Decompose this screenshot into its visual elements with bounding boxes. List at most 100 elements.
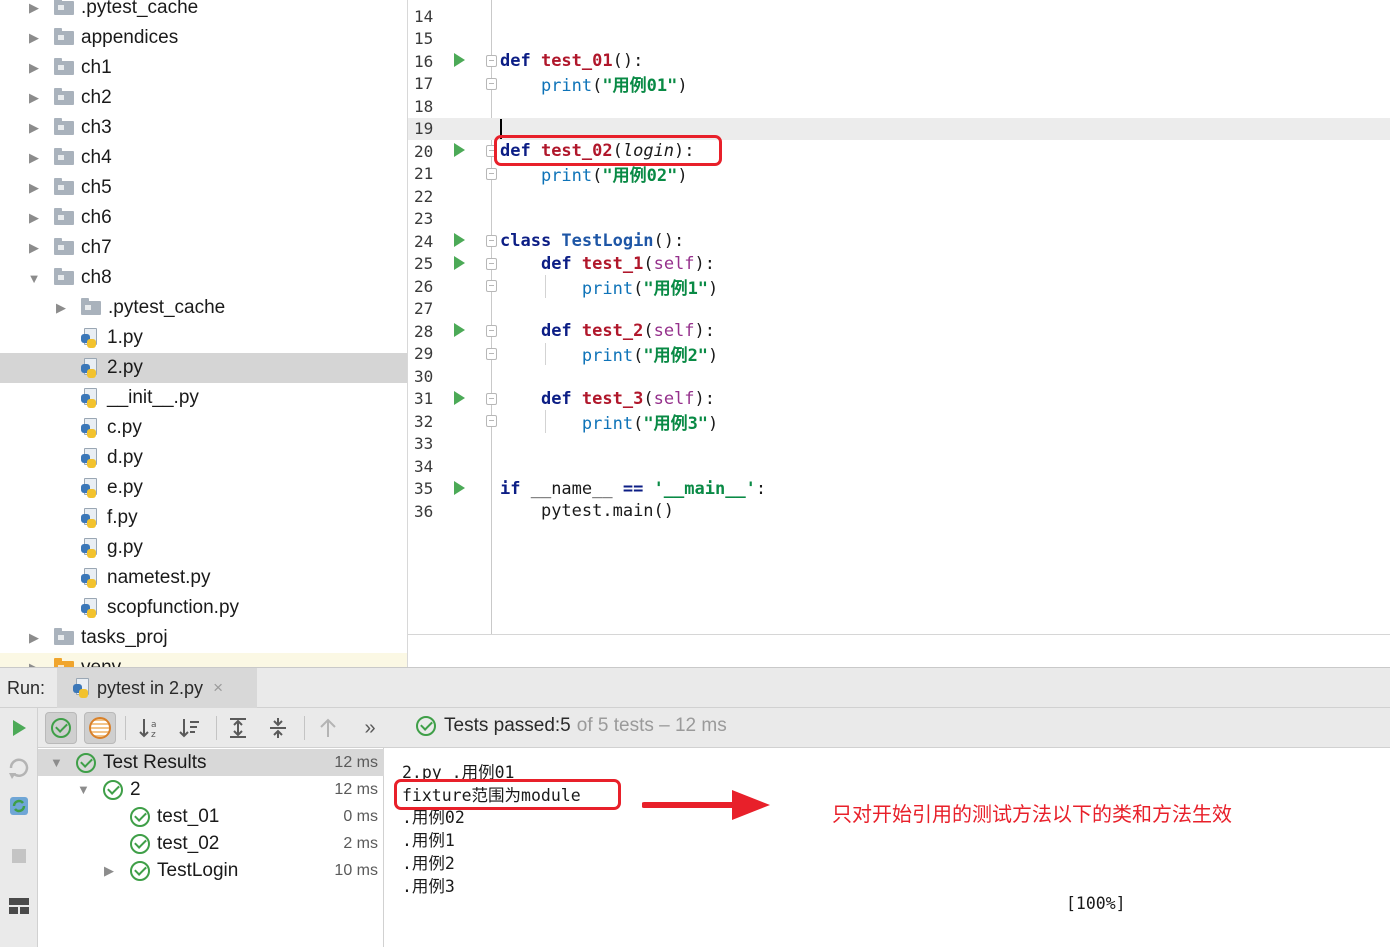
chevron-right-icon[interactable]: ▶ [27, 150, 41, 166]
code-line[interactable]: 29 print("用例2") [408, 342, 1390, 366]
stop-icon[interactable] [7, 844, 31, 868]
code-line[interactable]: 15 [408, 28, 1390, 51]
fold-marker-icon[interactable] [486, 235, 497, 247]
fold-marker-icon[interactable] [486, 392, 497, 405]
code-line[interactable]: 27 [408, 298, 1390, 321]
close-icon[interactable]: × [213, 678, 223, 698]
tree-folder-item[interactable]: ▶ .pytest_cache [0, 0, 407, 23]
tree-folder-item[interactable]: ▼ ch8 [0, 263, 407, 293]
collapse-all-button[interactable] [262, 712, 294, 744]
fold-marker-icon[interactable] [486, 55, 497, 67]
code-line[interactable]: 14 [408, 5, 1390, 28]
tree-folder-item[interactable]: ▶ .pytest_cache [0, 293, 407, 323]
fold-marker-icon[interactable] [486, 415, 497, 427]
tree-folder-item[interactable]: ▶ appendices [0, 23, 407, 53]
code-line[interactable]: 31 def test_3(self): [408, 388, 1390, 411]
chevron-right-icon[interactable]: ▶ [27, 630, 41, 646]
chevron-right-icon[interactable]: ▶ [27, 0, 41, 16]
tree-file-item[interactable]: 1.py [0, 323, 407, 353]
tree-folder-item[interactable]: ▶ ch7 [0, 233, 407, 263]
code-line[interactable]: 23 [408, 208, 1390, 231]
chevron-right-icon[interactable]: ▶ [27, 660, 41, 667]
show-ignored-button[interactable] [84, 712, 116, 744]
code-line[interactable]: 17 print("用例01") [408, 73, 1390, 96]
layout-icon[interactable] [7, 894, 31, 918]
tree-file-item[interactable]: nametest.py [0, 563, 407, 593]
code-line[interactable]: 24 class TestLogin(): [408, 230, 1390, 253]
test-result-row[interactable]: ▼ 2 12 ms [38, 776, 384, 803]
sort-by-duration-button[interactable] [174, 712, 206, 744]
tree-file-item[interactable]: e.py [0, 473, 407, 503]
fold-marker-icon[interactable] [486, 325, 497, 337]
tree-folder-item[interactable]: ▶ venv [0, 653, 407, 667]
chevron-right-icon[interactable]: ▶ [27, 60, 41, 76]
run-gutter-icon[interactable] [454, 390, 465, 405]
console-output[interactable]: 2.py .用例01 fixture范围为module .用例02 .用例1 .用例2.… [384, 748, 1390, 947]
code-line[interactable]: 30 [408, 365, 1390, 388]
fold-marker-icon[interactable] [486, 77, 497, 90]
code-line[interactable]: 28 def test_2(self): [408, 320, 1390, 343]
chevron-right-icon[interactable]: ▶ [27, 240, 41, 256]
code-line[interactable]: 36 pytest.main() [408, 500, 1390, 523]
chevron-right-icon[interactable]: ▶ [27, 180, 41, 196]
test-result-row[interactable]: test_02 2 ms [38, 830, 384, 857]
run-gutter-icon[interactable] [454, 323, 465, 337]
tree-folder-item[interactable]: ▶ ch5 [0, 173, 407, 203]
code-line[interactable]: 32 print("用例3") [408, 410, 1390, 434]
tree-folder-item[interactable]: ▶ ch1 [0, 53, 407, 83]
run-gutter-icon[interactable] [454, 53, 465, 67]
run-gutter-icon[interactable] [454, 480, 465, 495]
line-number: 30 [414, 366, 434, 386]
fold-marker-icon[interactable] [486, 347, 497, 360]
chevron-right-icon[interactable]: ▶ [27, 120, 41, 136]
toggle-auto-test-icon[interactable] [7, 794, 31, 818]
fold-marker-icon[interactable] [486, 280, 497, 292]
run-gutter-icon[interactable] [454, 233, 465, 247]
code-line[interactable]: 18 [408, 95, 1390, 118]
fold-marker-icon[interactable] [486, 257, 497, 270]
tree-folder-item[interactable]: ▶ ch2 [0, 83, 407, 113]
code-editor[interactable]: 14 15 16 def test_01(): 17 print("用例01") 18 19… [408, 0, 1390, 667]
tree-file-item[interactable]: c.py [0, 413, 407, 443]
chevron-right-icon[interactable]: ▶ [27, 90, 41, 106]
fold-marker-icon[interactable] [486, 167, 497, 180]
code-line[interactable]: 22 [408, 185, 1390, 208]
more-actions-button[interactable]: » [354, 712, 386, 744]
tree-folder-item[interactable]: ▶ ch6 [0, 203, 407, 233]
tree-folder-item[interactable]: ▶ tasks_proj [0, 623, 407, 653]
code-line[interactable]: 26 print("用例1") [408, 275, 1390, 299]
code-line[interactable]: 35 if __name__ == '__main__': [408, 478, 1390, 501]
code-line[interactable]: 25 def test_1(self): [408, 253, 1390, 276]
code-line[interactable]: 16 def test_01(): [408, 50, 1390, 73]
tree-folder-item[interactable]: ▶ ch3 [0, 113, 407, 143]
tree-file-item[interactable]: d.py [0, 443, 407, 473]
sort-alphabetically-button[interactable]: az [134, 712, 166, 744]
tree-file-item[interactable]: 2.py [0, 353, 407, 383]
rerun-icon[interactable] [7, 716, 31, 740]
test-result-row[interactable]: ▶ TestLogin 10 ms [38, 857, 384, 884]
chevron-right-icon[interactable]: ▶ [27, 30, 41, 46]
expand-all-button[interactable] [222, 712, 254, 744]
chevron-down-icon[interactable]: ▼ [77, 782, 90, 797]
chevron-right-icon[interactable]: ▶ [27, 210, 41, 226]
code-line[interactable]: 33 [408, 433, 1390, 456]
show-passed-button[interactable] [45, 712, 77, 744]
tree-file-item[interactable]: f.py [0, 503, 407, 533]
tree-file-item[interactable]: __init__.py [0, 383, 407, 413]
run-tab-pytest[interactable]: pytest in 2.py × [57, 668, 257, 708]
tree-file-item[interactable]: g.py [0, 533, 407, 563]
tree-file-item[interactable]: scopfunction.py [0, 593, 407, 623]
test-result-row[interactable]: ▼ Test Results 12 ms [38, 749, 384, 776]
rerun-failed-icon[interactable] [7, 756, 31, 780]
code-token: TestLogin [561, 231, 654, 252]
test-result-row[interactable]: test_01 0 ms [38, 803, 384, 830]
run-gutter-icon[interactable] [454, 255, 465, 270]
chevron-down-icon[interactable]: ▼ [50, 755, 63, 770]
tree-folder-item[interactable]: ▶ ch4 [0, 143, 407, 173]
previous-failed-button[interactable] [312, 712, 344, 744]
chevron-right-icon[interactable]: ▶ [54, 300, 68, 316]
chevron-right-icon[interactable]: ▶ [104, 863, 114, 879]
code-line[interactable]: 34 [408, 455, 1390, 478]
chevron-down-icon[interactable]: ▼ [27, 271, 41, 286]
run-gutter-icon[interactable] [454, 143, 465, 157]
